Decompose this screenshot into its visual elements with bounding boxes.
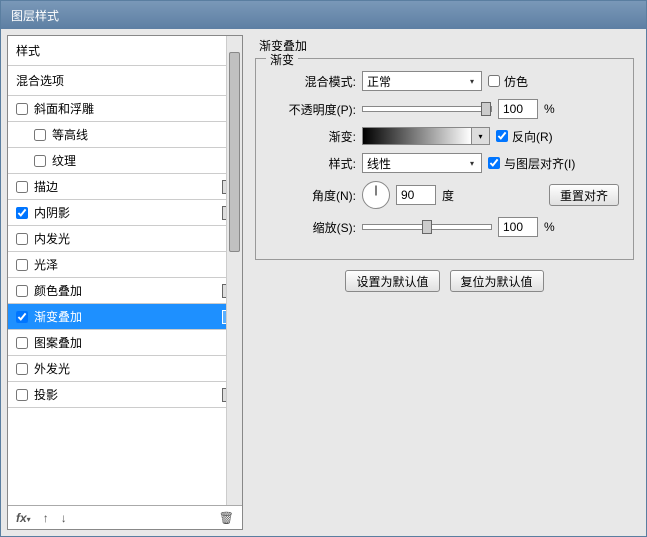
opacity-slider[interactable] bbox=[362, 106, 492, 112]
section-title: 渐变叠加 bbox=[255, 37, 634, 54]
style-label: 图案叠加 bbox=[34, 334, 82, 351]
style-checkbox[interactable] bbox=[34, 129, 46, 141]
fx-menu-icon[interactable]: fx▾ bbox=[14, 511, 33, 525]
titlebar: 图层样式 bbox=[1, 1, 646, 29]
style-checkbox[interactable] bbox=[16, 311, 28, 323]
style-label: 纹理 bbox=[52, 152, 76, 169]
style-checkbox[interactable] bbox=[16, 207, 28, 219]
move-up-icon[interactable]: ↑ bbox=[41, 511, 51, 525]
reverse-checkbox[interactable]: 反向(R) bbox=[496, 128, 553, 145]
degree-label: 度 bbox=[442, 187, 454, 204]
reset-align-button[interactable]: 重置对齐 bbox=[549, 184, 619, 206]
style-label: 渐变叠加 bbox=[34, 308, 82, 325]
scroll-thumb[interactable] bbox=[229, 52, 240, 252]
settings-panel: 渐变叠加 渐变 混合模式: 正常 ▾ 仿色 不透明度(P): bbox=[249, 35, 640, 530]
opacity-label: 不透明度(P): bbox=[270, 101, 356, 118]
window-title: 图层样式 bbox=[11, 9, 59, 23]
percent-label: % bbox=[544, 102, 555, 116]
trash-icon[interactable]: 🗑 bbox=[217, 511, 236, 525]
style-checkbox[interactable] bbox=[16, 363, 28, 375]
style-item-texture[interactable]: 纹理 bbox=[8, 148, 242, 174]
panel-footer: fx▾ ↑ ↓ 🗑 bbox=[8, 505, 242, 529]
chevron-down-icon: ▾ bbox=[465, 74, 479, 88]
angle-label: 角度(N): bbox=[270, 187, 356, 204]
style-checkbox[interactable] bbox=[16, 233, 28, 245]
reset-default-button[interactable]: 复位为默认值 bbox=[450, 270, 544, 292]
style-item-pattern-overlay[interactable]: 图案叠加 bbox=[8, 330, 242, 356]
style-checkbox[interactable] bbox=[16, 285, 28, 297]
make-default-button[interactable]: 设置为默认值 bbox=[345, 270, 439, 292]
style-item-outer-glow[interactable]: 外发光 bbox=[8, 356, 242, 382]
layer-style-window: 图层样式 样式 混合选项 斜面和浮雕 等高线 纹理 bbox=[0, 0, 647, 537]
style-item-inner-glow[interactable]: 内发光 bbox=[8, 226, 242, 252]
scrollbar[interactable] bbox=[226, 36, 242, 505]
style-label: 颜色叠加 bbox=[34, 282, 82, 299]
style-item-inner-shadow[interactable]: 内阴影 + bbox=[8, 200, 242, 226]
style-checkbox[interactable] bbox=[16, 181, 28, 193]
slider-thumb[interactable] bbox=[481, 102, 491, 116]
style-item-contour[interactable]: 等高线 bbox=[8, 122, 242, 148]
gradient-label: 渐变: bbox=[270, 128, 356, 145]
style-label: 斜面和浮雕 bbox=[34, 100, 94, 117]
style-item-bevel[interactable]: 斜面和浮雕 bbox=[8, 96, 242, 122]
style-label: 投影 bbox=[34, 386, 58, 403]
blend-mode-label: 混合模式: bbox=[270, 73, 356, 90]
blend-mode-select[interactable]: 正常 ▾ bbox=[362, 71, 482, 91]
style-label: 外发光 bbox=[34, 360, 70, 377]
scale-input[interactable]: 100 bbox=[498, 217, 538, 237]
scale-slider[interactable] bbox=[362, 224, 492, 230]
style-label: 内发光 bbox=[34, 230, 70, 247]
chevron-down-icon: ▾ bbox=[465, 156, 479, 170]
style-label: 描边 bbox=[34, 178, 58, 195]
style-item-satin[interactable]: 光泽 bbox=[8, 252, 242, 278]
style-checkbox[interactable] bbox=[34, 155, 46, 167]
style-item-stroke[interactable]: 描边 + bbox=[8, 174, 242, 200]
style-label: 内阴影 bbox=[34, 204, 70, 221]
style-checkbox[interactable] bbox=[16, 337, 28, 349]
styles-panel: 样式 混合选项 斜面和浮雕 等高线 纹理 描边 + bbox=[7, 35, 243, 530]
angle-dial[interactable] bbox=[362, 181, 390, 209]
styles-header[interactable]: 样式 bbox=[8, 36, 242, 66]
style-select[interactable]: 线性 ▾ bbox=[362, 153, 482, 173]
style-checkbox[interactable] bbox=[16, 389, 28, 401]
style-checkbox[interactable] bbox=[16, 103, 28, 115]
gradient-swatch[interactable] bbox=[362, 127, 472, 145]
scale-label: 缩放(S): bbox=[270, 219, 356, 236]
style-item-gradient-overlay[interactable]: 渐变叠加 + bbox=[8, 304, 242, 330]
gradient-fieldset: 渐变 混合模式: 正常 ▾ 仿色 不透明度(P): bbox=[255, 58, 634, 260]
dither-checkbox[interactable]: 仿色 bbox=[488, 73, 528, 90]
slider-thumb[interactable] bbox=[422, 220, 432, 234]
style-item-color-overlay[interactable]: 颜色叠加 + bbox=[8, 278, 242, 304]
styles-list: 样式 混合选项 斜面和浮雕 等高线 纹理 描边 + bbox=[8, 36, 242, 505]
style-label: 等高线 bbox=[52, 126, 88, 143]
percent-label: % bbox=[544, 220, 555, 234]
opacity-input[interactable]: 100 bbox=[498, 99, 538, 119]
style-item-drop-shadow[interactable]: 投影 + bbox=[8, 382, 242, 408]
move-down-icon[interactable]: ↓ bbox=[59, 511, 69, 525]
blend-options-header[interactable]: 混合选项 bbox=[8, 66, 242, 96]
angle-input[interactable]: 90 bbox=[396, 185, 436, 205]
fieldset-legend: 渐变 bbox=[266, 51, 298, 68]
style-checkbox[interactable] bbox=[16, 259, 28, 271]
style-label: 光泽 bbox=[34, 256, 58, 273]
gradient-dropdown-icon[interactable]: ▾ bbox=[472, 127, 490, 145]
align-checkbox[interactable]: 与图层对齐(I) bbox=[488, 155, 575, 172]
style-label: 样式: bbox=[270, 155, 356, 172]
